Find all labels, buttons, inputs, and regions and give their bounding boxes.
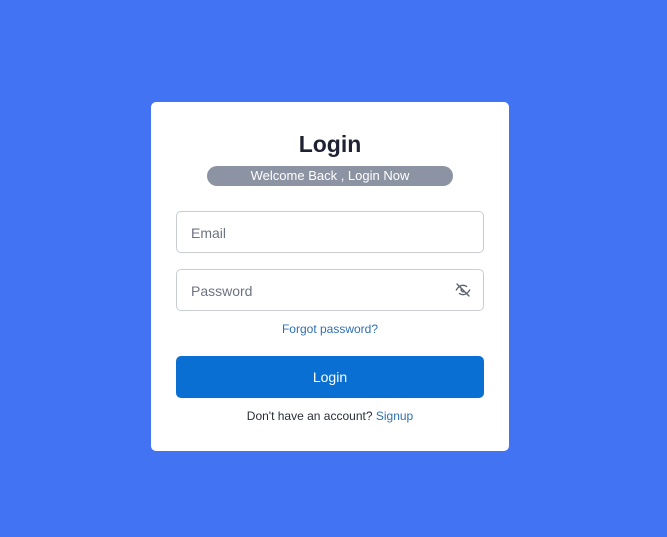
forgot-password-row: Forgot password?	[151, 321, 509, 337]
signup-link[interactable]: Signup	[376, 409, 413, 423]
signup-row: Don't have an account? Signup	[151, 408, 509, 424]
email-field-container	[176, 211, 484, 254]
subtitle-badge: Welcome Back , Login Now	[207, 166, 453, 186]
password-input[interactable]	[189, 270, 443, 312]
forgot-password-link[interactable]: Forgot password?	[282, 322, 378, 336]
eye-off-icon[interactable]	[455, 282, 471, 298]
login-button[interactable]: Login	[176, 356, 484, 398]
login-card: Login Welcome Back , Login Now Forgot pa…	[151, 102, 509, 451]
email-input[interactable]	[189, 212, 443, 254]
page-title: Login	[298, 131, 362, 157]
password-field-container	[176, 269, 484, 312]
signup-prompt: Don't have an account?	[246, 409, 373, 423]
